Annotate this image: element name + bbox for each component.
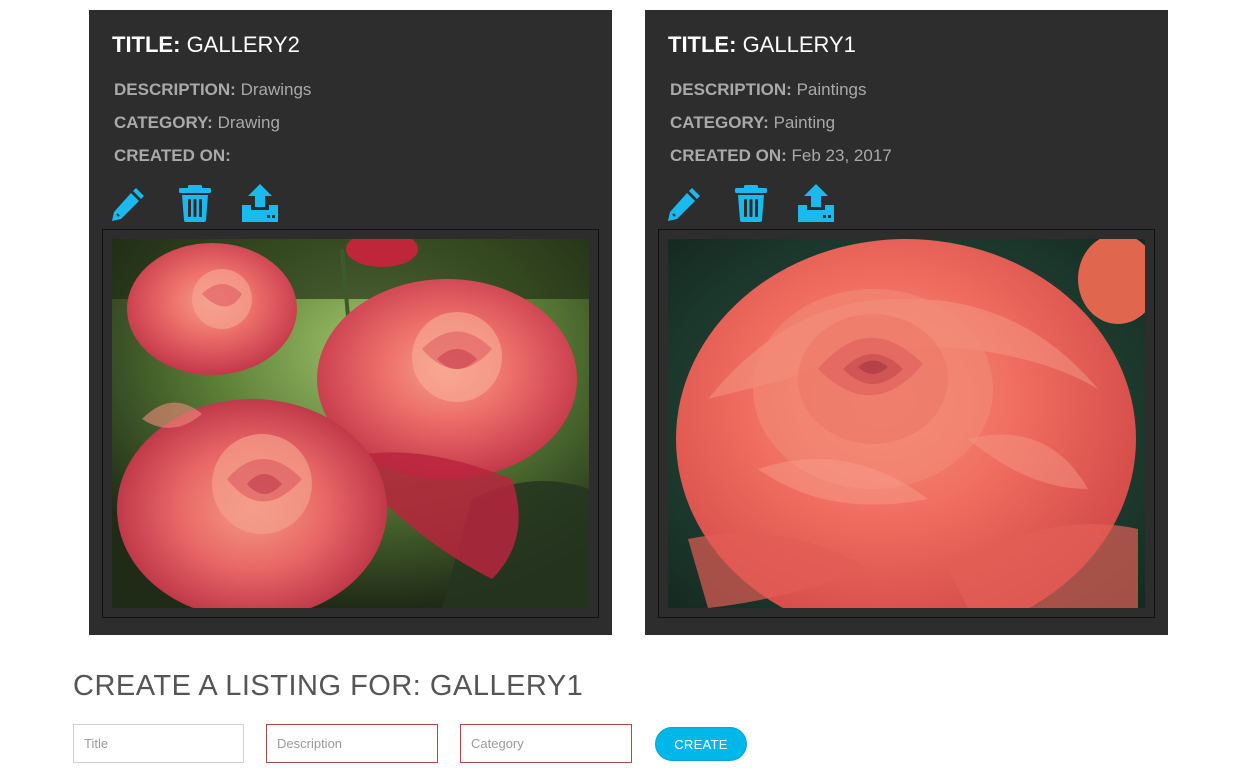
trash-icon[interactable] (175, 183, 215, 223)
pencil-icon[interactable] (665, 183, 705, 223)
create-button[interactable]: CREATE (655, 727, 747, 761)
gallery-category: CATEGORY: Drawing (114, 113, 280, 132)
gallery-category: CATEGORY: Painting (670, 113, 836, 132)
create-listing-heading: CREATE A LISTING FOR: GALLERY1 (73, 670, 584, 702)
gallery-created-on: CREATED ON: (114, 146, 231, 165)
listing-category-input[interactable] (460, 724, 632, 763)
gallery-card: TITLE: GALLERY2 DESCRIPTION: Drawings CA… (89, 10, 612, 635)
pencil-icon[interactable] (109, 183, 149, 223)
trash-icon[interactable] (731, 183, 771, 223)
gallery-title: TITLE: GALLERY1 (668, 32, 856, 57)
gallery-card: TITLE: GALLERY1 DESCRIPTION: Paintings C… (645, 10, 1168, 635)
listing-description-input[interactable] (266, 724, 438, 763)
listing-title-input[interactable] (73, 724, 244, 763)
gallery-image-frame (658, 229, 1155, 618)
upload-icon[interactable] (796, 183, 836, 223)
gallery-created-on: CREATED ON: Feb 23, 2017 (670, 146, 892, 165)
gallery-image-frame (102, 229, 599, 618)
gallery-title: TITLE: GALLERY2 (112, 32, 300, 57)
gallery-cover-image[interactable] (112, 239, 589, 608)
gallery-description: DESCRIPTION: Drawings (114, 80, 312, 99)
upload-icon[interactable] (240, 183, 280, 223)
gallery-description: DESCRIPTION: Paintings (670, 80, 867, 99)
gallery-cover-image[interactable] (668, 239, 1145, 608)
